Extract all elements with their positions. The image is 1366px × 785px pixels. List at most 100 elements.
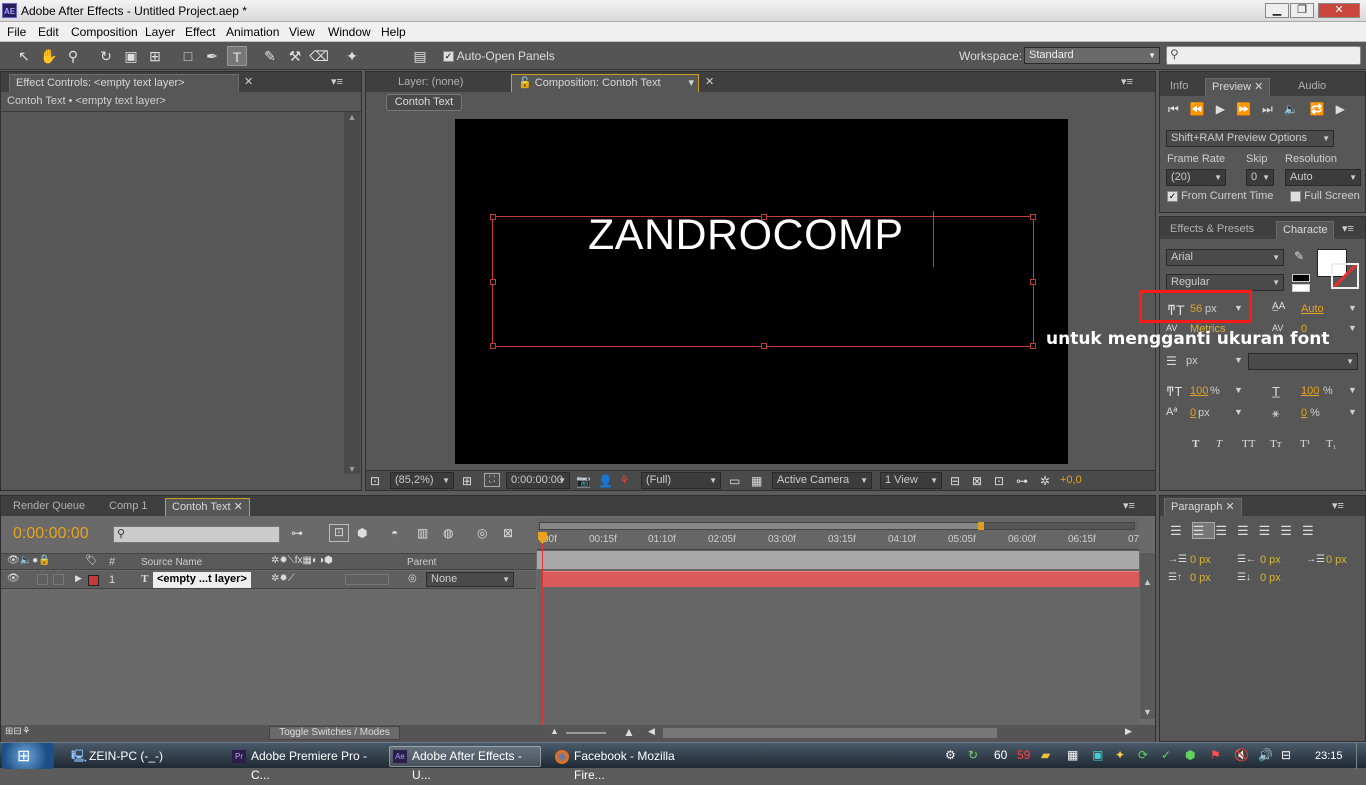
- comp-nav-button[interactable]: Contoh Text: [386, 94, 462, 111]
- align-left-icon[interactable]: ☰: [1170, 523, 1192, 538]
- stroke-width-dropdown-icon[interactable]: ▼: [1234, 355, 1243, 365]
- eraser-tool-icon[interactable]: ⌫: [309, 46, 329, 66]
- zoom-in-icon[interactable]: ▲: [623, 725, 635, 739]
- exposure-value[interactable]: +0,0: [1060, 474, 1082, 486]
- tray-sync-icon[interactable]: ⟳: [1138, 748, 1148, 762]
- play-icon[interactable]: ▶: [1216, 102, 1236, 116]
- baseline-shift-dropdown-icon[interactable]: ▼: [1234, 407, 1243, 417]
- channel-icon[interactable]: ⚘: [619, 473, 630, 487]
- close-button[interactable]: ✕: [1318, 3, 1360, 18]
- align-right-icon[interactable]: ☰: [1215, 523, 1237, 538]
- font-style-select[interactable]: Regular: [1166, 274, 1284, 291]
- time-ruler[interactable]: 00f 00:15f 01:10f 02:05f 03:00f 03:15f 0…: [537, 532, 1139, 550]
- tab-effect-controls[interactable]: Effect Controls: <empty text layer>: [9, 74, 239, 92]
- zoom-slider[interactable]: [566, 732, 606, 734]
- tab-audio[interactable]: Audio: [1292, 78, 1332, 96]
- indent-first-value[interactable]: 0 px: [1326, 554, 1347, 566]
- tray-display-icon[interactable]: ▦: [1067, 748, 1078, 762]
- camera-select[interactable]: Active Camera: [772, 472, 872, 489]
- leading-value[interactable]: Auto: [1301, 303, 1324, 315]
- loop-icon[interactable]: 🔁: [1310, 102, 1336, 116]
- work-area-bar[interactable]: [539, 522, 1135, 530]
- pen-tool-icon[interactable]: ✒: [202, 46, 222, 66]
- handle-bottom-right[interactable]: [1030, 343, 1036, 349]
- snapshot-icon[interactable]: 📷: [576, 474, 591, 488]
- resolution-select[interactable]: Auto: [1285, 169, 1361, 186]
- help-search-input[interactable]: ⚲: [1166, 46, 1361, 65]
- scroll-left-icon[interactable]: ◀: [648, 726, 655, 737]
- rectangle-tool-icon[interactable]: □: [178, 46, 198, 66]
- graph-editor-icon[interactable]: ◎: [477, 526, 487, 540]
- handle-top-right[interactable]: [1030, 214, 1036, 220]
- show-desktop-button[interactable]: [1356, 743, 1366, 769]
- frame-rate-select[interactable]: (20): [1166, 169, 1226, 186]
- timeline-scrollbar[interactable]: ▲ ▼: [1140, 553, 1155, 719]
- full-screen-checkbox[interactable]: Full Screen: [1290, 190, 1360, 202]
- tray-check-icon[interactable]: ✓: [1161, 748, 1171, 762]
- horizontal-scale-value[interactable]: 100: [1301, 385, 1319, 397]
- solo-toggle[interactable]: [53, 574, 64, 585]
- menu-layer[interactable]: Layer: [145, 25, 175, 39]
- footer-icons[interactable]: ⊞⊟⚘: [5, 726, 31, 737]
- justify-center-icon[interactable]: ☰: [1259, 523, 1281, 538]
- restore-button[interactable]: ❐: [1290, 3, 1314, 18]
- comp-canvas[interactable]: ZANDROCOMP: [455, 119, 1068, 464]
- work-area-range[interactable]: [540, 523, 980, 529]
- black-swatch[interactable]: [1292, 274, 1310, 282]
- panel-menu-icon[interactable]: ▾≡: [331, 75, 343, 88]
- region-of-interest-icon[interactable]: ▭: [729, 474, 740, 488]
- superscript-button[interactable]: T¹: [1300, 438, 1310, 450]
- menu-help[interactable]: Help: [381, 25, 406, 39]
- workspace-select[interactable]: Standard: [1024, 47, 1160, 64]
- faux-italic-button[interactable]: T: [1216, 438, 1222, 450]
- close-tab-icon[interactable]: ✕: [244, 75, 253, 88]
- panel-menu-icon[interactable]: ▾≡: [1342, 222, 1354, 235]
- pixel-aspect-icon[interactable]: ⊟: [950, 474, 960, 488]
- comp-mini-flowchart-icon[interactable]: ⊶: [291, 526, 303, 540]
- indent-left-value[interactable]: 0 px: [1190, 554, 1211, 566]
- small-caps-button[interactable]: Tт: [1270, 438, 1282, 450]
- timeline-graph[interactable]: 00f 00:15f 01:10f 02:05f 03:00f 03:15f 0…: [537, 518, 1139, 743]
- draft-3d-icon[interactable]: ⬢: [357, 526, 367, 540]
- scroll-down-icon[interactable]: ▼: [1140, 707, 1155, 717]
- layer-label-color[interactable]: [88, 575, 99, 586]
- taskbar-item-firefox[interactable]: Facebook - Mozilla Fire...: [551, 746, 703, 782]
- audio-icon[interactable]: 🔈: [1284, 102, 1310, 116]
- subscript-button[interactable]: T₁: [1326, 438, 1337, 450]
- timeline-timecode[interactable]: 0:00:00:00: [13, 525, 89, 543]
- tab-comp-1[interactable]: Comp 1: [103, 498, 154, 516]
- tab-info[interactable]: Info: [1164, 78, 1194, 96]
- transparency-grid-icon[interactable]: ▦: [751, 474, 762, 488]
- zoom-select[interactable]: (85,2%): [390, 472, 454, 489]
- stroke-style-select[interactable]: [1248, 353, 1358, 370]
- canvas-text[interactable]: ZANDROCOMP: [588, 211, 904, 260]
- flowchart-icon[interactable]: ⊶: [1016, 474, 1028, 488]
- handle-left[interactable]: [490, 279, 496, 285]
- tab-contoh-text[interactable]: Contoh Text ✕: [165, 498, 250, 516]
- vertical-scale-dropdown-icon[interactable]: ▼: [1234, 385, 1243, 395]
- layer-duration-bar[interactable]: [543, 571, 1139, 587]
- tab-effects-presets[interactable]: Effects & Presets: [1164, 221, 1260, 239]
- view-layout-select[interactable]: 1 View: [880, 472, 942, 489]
- justify-left-icon[interactable]: ☰: [1237, 523, 1259, 538]
- start-button[interactable]: ⊞: [2, 743, 54, 769]
- exposure-icon[interactable]: ✲: [1040, 474, 1050, 488]
- zoom-out-icon[interactable]: ▲: [550, 726, 559, 736]
- tray-flag-icon[interactable]: ⚑: [1210, 748, 1221, 762]
- always-preview-icon[interactable]: ⊡: [370, 474, 380, 488]
- menu-file[interactable]: File: [7, 25, 26, 39]
- tab-composition[interactable]: 🔓 Composition: Contoh Text ▾: [511, 74, 699, 92]
- chevron-down-icon[interactable]: ▾: [688, 75, 694, 91]
- tray-network-status-icon[interactable]: ⊟: [1281, 748, 1291, 762]
- taskbar-item-after-effects[interactable]: Ae Adobe After Effects - U...: [389, 746, 541, 782]
- tray-network-icon[interactable]: ↻: [968, 748, 978, 762]
- scroll-up-icon[interactable]: ▲: [1140, 577, 1155, 587]
- motion-blur-icon[interactable]: ◍: [443, 526, 453, 540]
- menu-window[interactable]: Window: [328, 25, 371, 39]
- tracking-dropdown-icon[interactable]: ▼: [1348, 323, 1357, 333]
- handle-top-left[interactable]: [490, 214, 496, 220]
- type-tool-icon[interactable]: T: [227, 46, 247, 66]
- tab-character[interactable]: Characte: [1276, 221, 1334, 239]
- ram-preview-options-select[interactable]: Shift+RAM Preview Options: [1166, 130, 1334, 147]
- hand-tool-icon[interactable]: ✋: [39, 46, 59, 66]
